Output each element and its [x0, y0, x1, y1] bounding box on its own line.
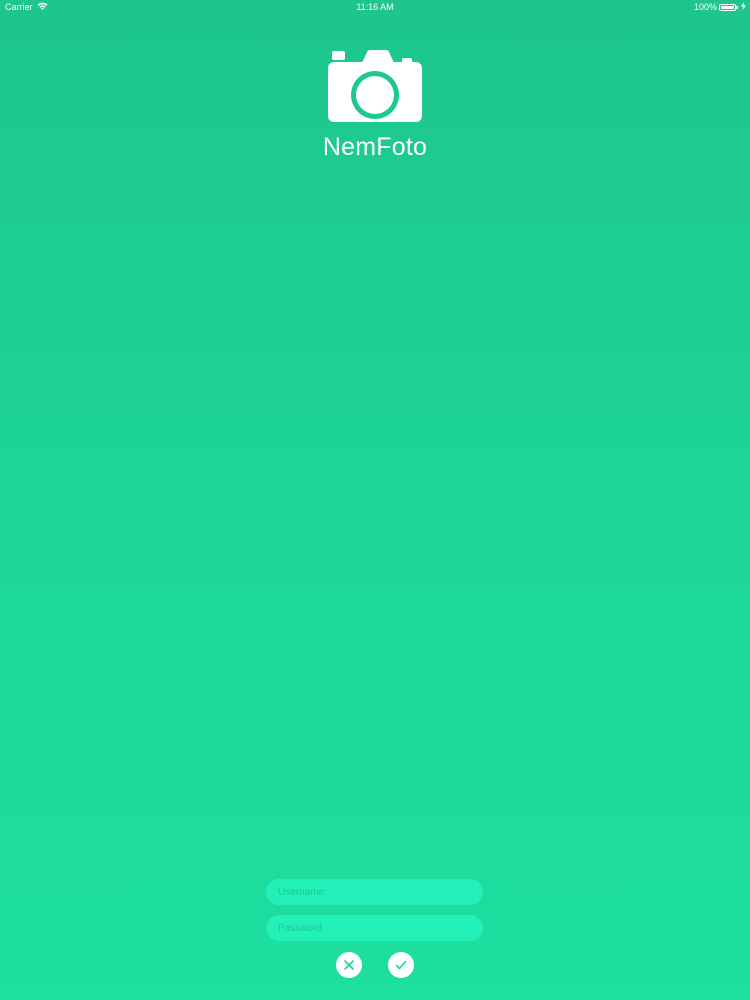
status-time: 11:16 AM — [356, 2, 394, 12]
charging-bolt-icon — [741, 2, 746, 12]
battery-percent: 100% — [693, 2, 717, 12]
close-icon — [343, 959, 355, 971]
username-input[interactable] — [266, 879, 483, 905]
battery-icon — [719, 3, 738, 11]
camera-icon — [326, 50, 424, 125]
cancel-button[interactable] — [336, 952, 362, 978]
app-title: NemFoto — [322, 133, 428, 161]
status-bar: Carrier 11:16 AM 100% — [0, 0, 750, 16]
checkmark-icon — [395, 959, 407, 971]
password-input[interactable] — [266, 915, 483, 941]
status-right: 100% — [694, 2, 746, 12]
confirm-button[interactable] — [388, 952, 414, 978]
